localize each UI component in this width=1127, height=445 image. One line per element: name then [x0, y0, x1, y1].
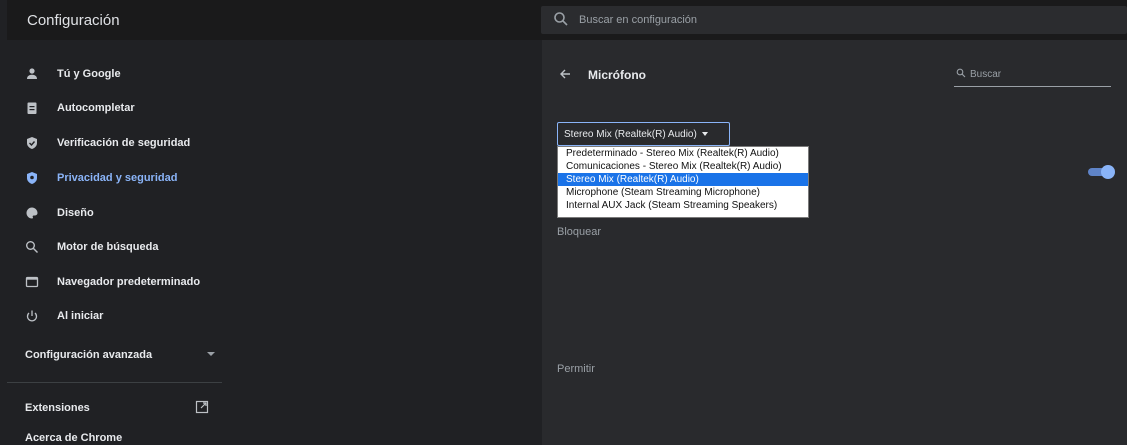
palette-icon	[26, 207, 38, 219]
sidebar-item-diseno[interactable]: Diseño	[25, 202, 94, 224]
sidebar-item-autocompletar[interactable]: Autocompletar	[25, 97, 135, 119]
back-arrow-icon[interactable]	[558, 67, 572, 81]
sidebar-divider	[7, 382, 222, 383]
settings-search-input[interactable]: Buscar en configuración	[541, 6, 1127, 34]
dropdown-option[interactable]: Internal AUX Jack (Steam Streaming Speak…	[558, 199, 808, 212]
power-icon	[26, 310, 38, 322]
search-placeholder: Buscar en configuración	[579, 14, 698, 26]
sidebar-item-navegador[interactable]: Navegador predeterminado	[25, 271, 200, 293]
sidebar-item-label: Tú y Google	[57, 68, 121, 80]
clipboard-icon	[27, 102, 37, 114]
person-icon	[27, 68, 37, 79]
sidebar-item-label: Navegador predeterminado	[57, 276, 201, 288]
dropdown-option[interactable]: Predeterminado - Stereo Mix (Realtek(R) …	[558, 147, 808, 160]
shield-icon	[27, 172, 37, 184]
sidebar-item-label: Motor de búsqueda	[57, 241, 159, 253]
dropdown-option-selected[interactable]: Stereo Mix (Realtek(R) Audio)	[558, 173, 808, 186]
sidebar-item-tu-y-google[interactable]: Tú y Google	[25, 63, 121, 85]
sidebar: Tú y Google Autocompletar Verificación d…	[7, 40, 542, 445]
panel-search-input[interactable]: Buscar	[954, 64, 1111, 87]
ask-before-access-toggle[interactable]	[1088, 165, 1115, 179]
open-in-new-icon	[195, 400, 209, 414]
dropdown-option[interactable]: Microphone (Steam Streaming Microphone)	[558, 186, 808, 199]
sidebar-item-motor-busqueda[interactable]: Motor de búsqueda	[25, 236, 158, 258]
sidebar-item-label: Diseño	[57, 207, 94, 219]
page-title: Configuración	[27, 12, 120, 29]
sidebar-item-verificacion[interactable]: Verificación de seguridad	[25, 132, 190, 154]
sidebar-item-label: Autocompletar	[57, 102, 135, 114]
block-section-label: Bloquear	[557, 226, 602, 238]
advanced-settings-toggle[interactable]: Configuración avanzada	[25, 345, 215, 365]
sidebar-item-privacidad[interactable]: Privacidad y seguridad	[25, 167, 177, 189]
chevron-down-icon	[207, 352, 215, 356]
sidebar-item-acerca[interactable]: Acerca de Chrome	[25, 432, 122, 444]
toggle-knob	[1101, 165, 1115, 179]
microphone-select[interactable]: Stereo Mix (Realtek(R) Audio)	[557, 122, 730, 146]
main-panel: Micrófono Buscar Stereo Mix (Realtek(R) …	[542, 40, 1127, 445]
panel-title: Micrófono	[588, 68, 646, 82]
extensions-label: Extensiones	[25, 402, 90, 414]
allow-section-label: Permitir	[557, 363, 595, 375]
search-icon	[26, 241, 38, 253]
top-bar: Configuración Buscar en configuración	[7, 0, 1127, 40]
sidebar-item-label: Verificación de seguridad	[57, 137, 191, 149]
selected-device: Stereo Mix (Realtek(R) Audio)	[564, 128, 697, 140]
dropdown-option[interactable]: Comunicaciones - Stereo Mix (Realtek(R) …	[558, 160, 808, 173]
shield-check-icon	[27, 137, 37, 149]
microphone-dropdown-list: Predeterminado - Stereo Mix (Realtek(R) …	[557, 146, 809, 218]
sidebar-item-al-iniciar[interactable]: Al iniciar	[25, 305, 103, 327]
panel-search-placeholder: Buscar	[970, 69, 1002, 80]
chevron-down-icon	[701, 132, 708, 136]
search-icon	[956, 68, 966, 78]
sidebar-item-label: Al iniciar	[57, 310, 104, 322]
search-icon	[554, 12, 568, 26]
browser-icon	[25, 276, 39, 288]
advanced-label: Configuración avanzada	[25, 349, 153, 361]
sidebar-item-label: Privacidad y seguridad	[57, 172, 178, 184]
sidebar-item-extensiones[interactable]: Extensiones	[25, 398, 209, 418]
